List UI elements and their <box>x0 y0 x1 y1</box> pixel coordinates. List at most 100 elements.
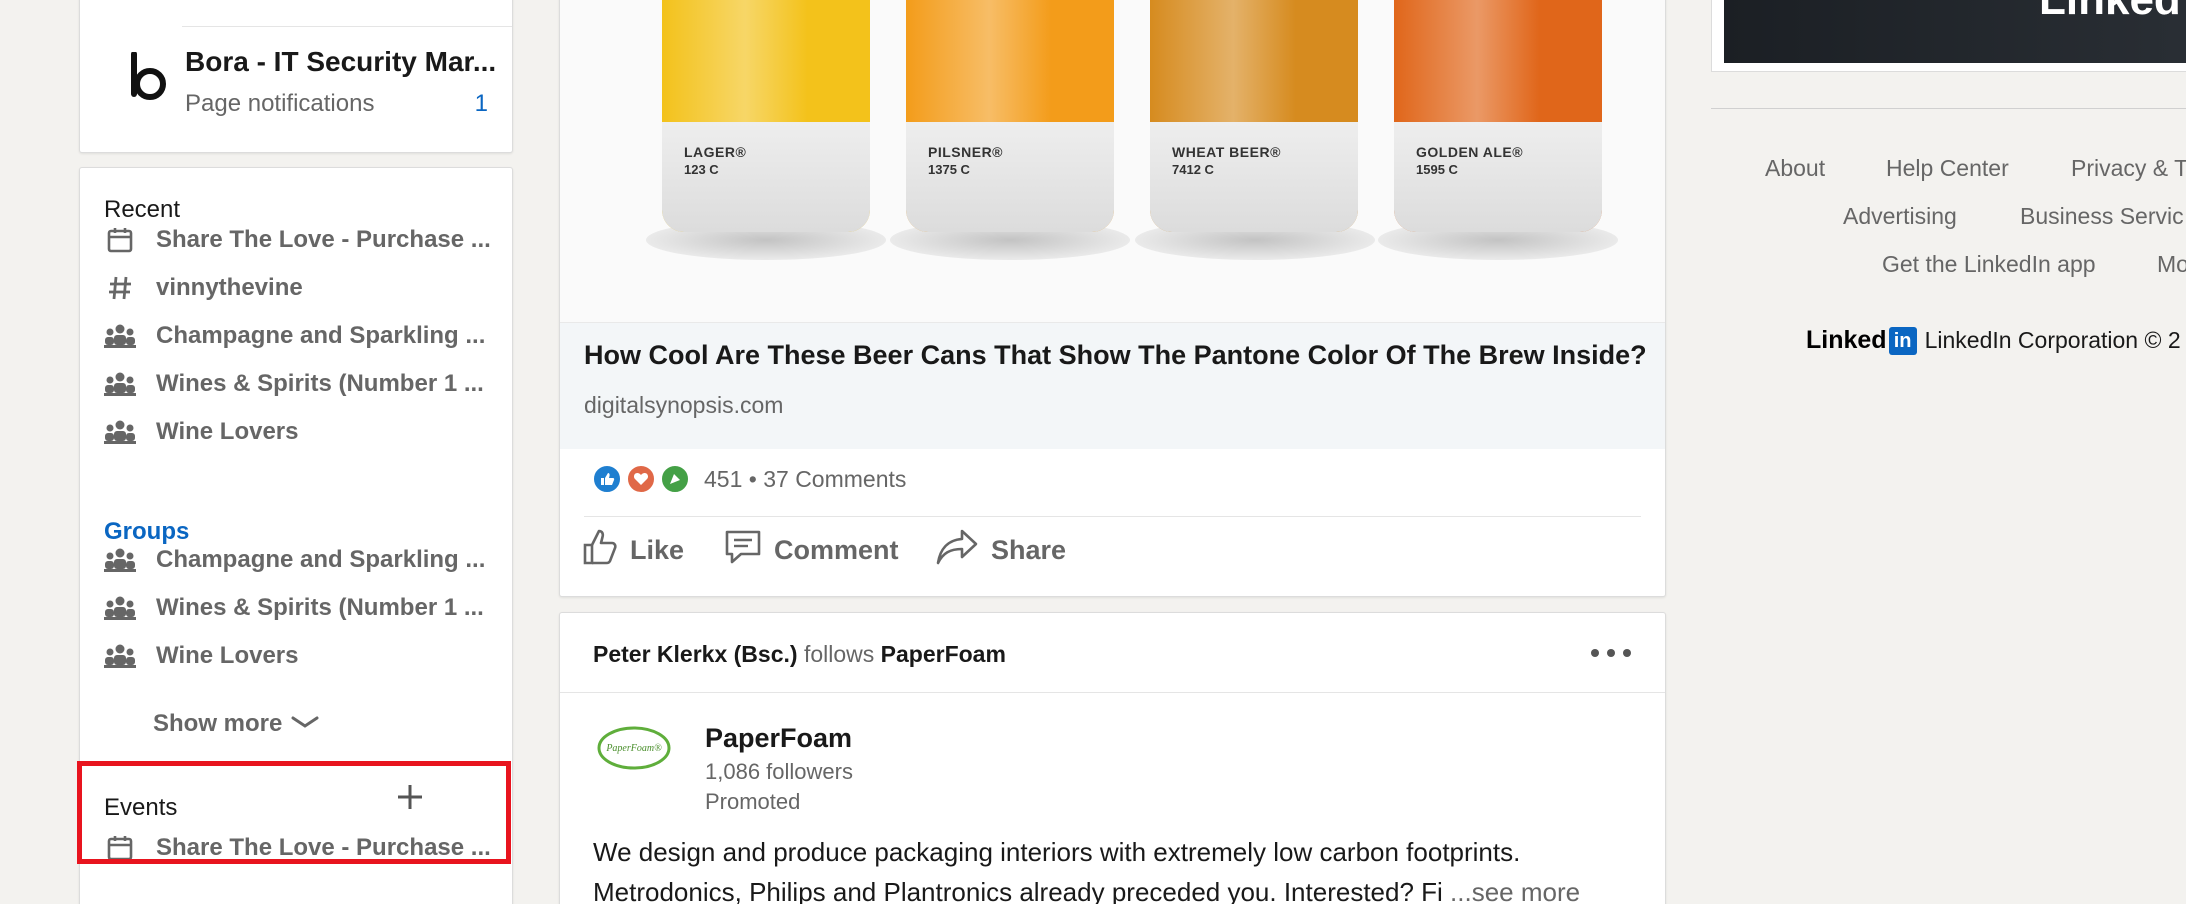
comment-icon <box>724 529 762 572</box>
linkedin-in-icon: in <box>1888 326 1917 355</box>
divider <box>584 516 1641 517</box>
actor-name[interactable]: Peter Klerkx (Bsc.) <box>593 641 798 667</box>
follower-count: 1,086 followers <box>705 759 853 784</box>
recent-item-label: Wines & Spirits (Number 1 ... <box>156 370 484 397</box>
hashtag-icon <box>104 272 136 304</box>
show-more-label: Show more <box>153 710 283 737</box>
group-item-label: Champagne and Sparkling ... <box>156 546 486 573</box>
bora-logo[interactable] <box>118 47 178 107</box>
footer-link-privacy[interactable]: Privacy & T <box>2071 155 2186 182</box>
ellipsis-icon <box>1589 649 1633 667</box>
share-button[interactable]: Share <box>935 525 1066 575</box>
reaction-summary[interactable]: 451 • 37 Comments <box>704 466 906 493</box>
footer-link-more[interactable]: Mo <box>2157 251 2186 278</box>
calendar-icon <box>104 224 136 256</box>
can-code: 1595 C <box>1416 162 1458 177</box>
recent-item[interactable]: Champagne and Sparkling ... <box>104 316 494 356</box>
beer-can: LAGER® 123 C <box>662 0 870 232</box>
can-code: 123 C <box>684 162 719 177</box>
right-rail-ad[interactable]: Linked <box>1711 0 2186 72</box>
group-icon <box>104 416 136 448</box>
comment-count[interactable]: 37 Comments <box>763 466 906 492</box>
can-label-band <box>662 122 870 232</box>
copyright-line: Linked in LinkedIn Corporation © 2 <box>1806 326 2181 355</box>
social-counts[interactable]: 451 • 37 Comments <box>592 462 906 496</box>
can-name: GOLDEN ALE® <box>1416 144 1524 160</box>
beer-can: GOLDEN ALE® 1595 C <box>1394 0 1602 232</box>
like-label: Like <box>630 534 685 565</box>
page-name[interactable]: Bora - IT Security Mar... <box>185 46 496 78</box>
events-heading: Events <box>104 794 178 821</box>
article-title[interactable]: How Cool Are These Beer Cans That Show T… <box>584 340 1647 371</box>
recent-item-label: Share The Love - Purchase ... <box>156 226 491 253</box>
actor-target[interactable]: PaperFoam <box>881 641 1006 667</box>
event-item[interactable]: Share The Love - Purchase ... <box>104 828 494 868</box>
separator-dot: • <box>748 465 757 492</box>
recent-item-label: Champagne and Sparkling ... <box>156 322 486 349</box>
can-name: LAGER® <box>684 144 747 160</box>
article-link[interactable]: How Cool Are These Beer Cans That Show T… <box>560 322 1665 449</box>
reaction-count: 451 <box>704 465 743 492</box>
ad-banner: Linked <box>1724 0 2186 63</box>
can-code: 7412 C <box>1172 162 1214 177</box>
recent-item[interactable]: Wine Lovers <box>104 412 494 452</box>
linkedin-logo: Linked in <box>1806 326 1925 355</box>
post-text-line: We design and produce packaging interior… <box>593 837 1521 867</box>
group-item[interactable]: Wine Lovers <box>104 636 494 676</box>
footer-link-business-services[interactable]: Business Servic <box>2020 203 2184 230</box>
footer-link-get-app[interactable]: Get the LinkedIn app <box>1882 251 2096 278</box>
can-code: 1375 C <box>928 162 970 177</box>
ad-brand-text: Linked <box>2039 0 2181 25</box>
comment-button[interactable]: Comment <box>724 525 899 575</box>
chevron-down-icon <box>290 710 320 738</box>
beer-can: PILSNER® 1375 C <box>906 0 1114 232</box>
group-icon <box>104 320 136 352</box>
show-more-button[interactable]: Show more <box>153 710 320 738</box>
recent-item[interactable]: vinnythevine <box>104 268 494 308</box>
divider <box>182 26 512 27</box>
group-item-label: Wines & Spirits (Number 1 ... <box>156 594 484 621</box>
recent-item[interactable]: Wines & Spirits (Number 1 ... <box>104 364 494 404</box>
recent-item-label: Wine Lovers <box>156 418 299 445</box>
group-icon <box>104 640 136 672</box>
footer-link-about[interactable]: About <box>1765 155 1825 182</box>
group-icon <box>104 544 136 576</box>
paperfoam-logo[interactable]: PaperFoam® <box>596 718 672 778</box>
page-notifications-label[interactable]: Page notifications <box>185 90 374 118</box>
linkedin-wordmark: Linked <box>1806 326 1887 354</box>
recent-item-label: vinnythevine <box>156 274 303 301</box>
share-label: Share <box>991 534 1067 565</box>
paperfoam-logo-text: PaperFoam® <box>605 743 662 754</box>
recent-item[interactable]: Share The Love - Purchase ... <box>104 220 494 260</box>
group-icon <box>104 368 136 400</box>
post-image[interactable]: LAGER® 123 C PILSNER® 1375 C WHEAT BEER®… <box>560 0 1665 322</box>
promoted-label: Promoted <box>705 789 801 814</box>
thumbs-up-icon <box>582 528 618 573</box>
share-arrow-icon <box>935 528 979 573</box>
group-item[interactable]: Wines & Spirits (Number 1 ... <box>104 588 494 628</box>
post-text-truncated: Metrodonics, Philips and Plantronics alr… <box>593 877 1443 904</box>
page-notifications-card: Bora - IT Security Mar... Page notificat… <box>79 0 513 153</box>
group-icon <box>104 592 136 624</box>
can-name: PILSNER® <box>928 144 1003 160</box>
page-notifications-count[interactable]: 1 <box>475 90 488 118</box>
beer-can: WHEAT BEER® 7412 C <box>1150 0 1358 232</box>
post-text-line: Metrodonics, Philips and Plantronics alr… <box>593 877 1643 904</box>
can-label-band <box>1394 122 1602 232</box>
can-name: WHEAT BEER® <box>1172 144 1281 160</box>
actor-verb: follows <box>803 641 875 667</box>
see-more-link[interactable]: ...see more <box>1450 877 1580 904</box>
like-button[interactable]: Like <box>582 525 684 575</box>
add-event-button[interactable] <box>394 781 426 813</box>
group-item[interactable]: Champagne and Sparkling ... <box>104 540 494 580</box>
copyright-text: LinkedIn Corporation © 2 <box>1924 327 2181 353</box>
post-actor-line: Peter Klerkx (Bsc.) follows PaperFoam <box>593 641 1006 668</box>
can-label-band <box>1150 122 1358 232</box>
calendar-icon <box>104 832 136 864</box>
footer-link-help-center[interactable]: Help Center <box>1886 155 2009 182</box>
footer-link-advertising[interactable]: Advertising <box>1843 203 1957 230</box>
divider <box>1711 108 2186 109</box>
article-domain: digitalsynopsis.com <box>584 392 784 418</box>
company-name[interactable]: PaperFoam <box>705 723 852 754</box>
more-options-button[interactable] <box>1589 643 1633 663</box>
